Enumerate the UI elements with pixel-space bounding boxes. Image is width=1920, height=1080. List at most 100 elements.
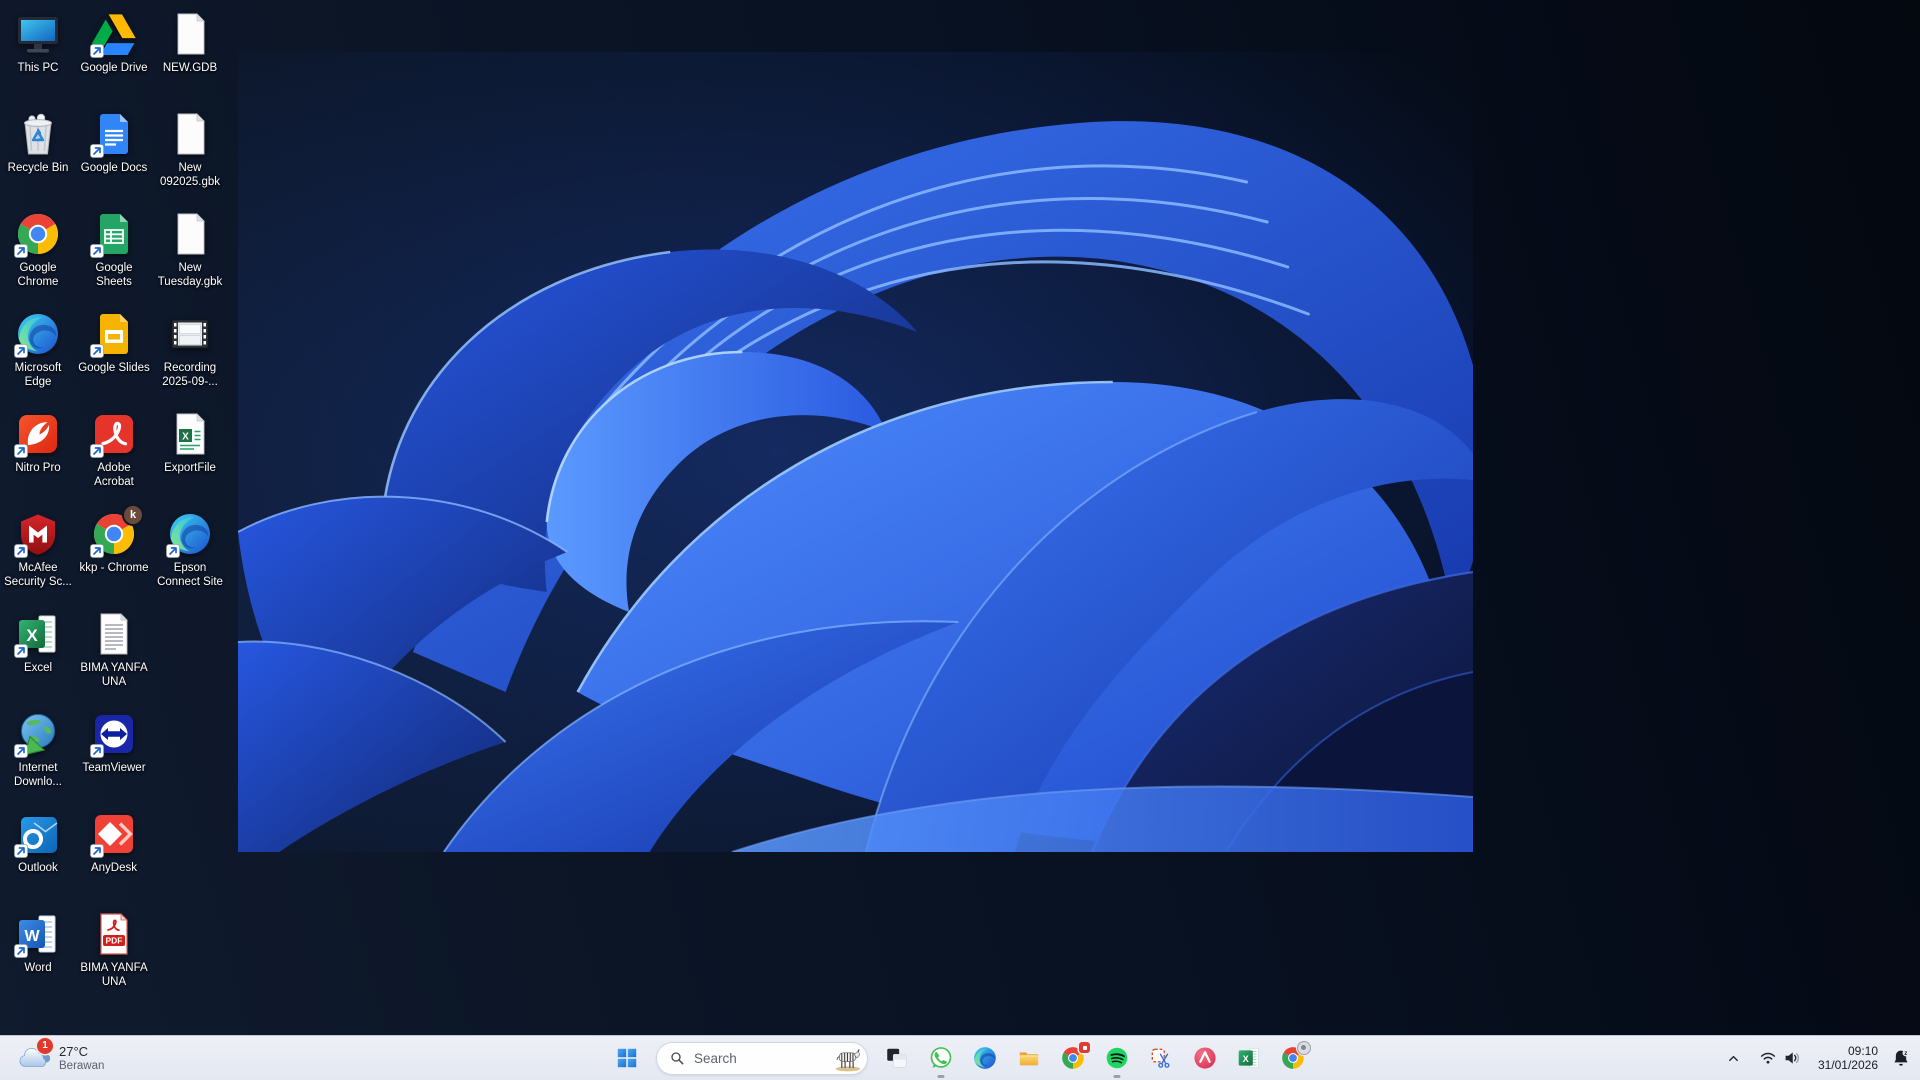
volume-indicator[interactable] — [1780, 1038, 1804, 1078]
desktop-icon-teamviewer[interactable]: TeamViewer — [78, 710, 150, 776]
desktop-icon-mcafee-security-sc[interactable]: McAfee Security Sc... — [2, 510, 74, 589]
chrome-icon — [14, 210, 62, 258]
shortcut-arrow-icon — [14, 544, 28, 558]
film-icon — [166, 310, 214, 358]
taskbar-icon-chrome-profile[interactable] — [1271, 1036, 1315, 1080]
profile-avatar-badge — [1297, 1041, 1311, 1055]
taskbar-icon-spotify[interactable] — [1095, 1036, 1139, 1080]
desktop-icon-google-slides[interactable]: Google Slides — [78, 310, 150, 376]
desktop-icon-word[interactable]: Word — [2, 910, 74, 976]
desktop-icon-microsoft-edge[interactable]: Microsoft Edge — [2, 310, 74, 389]
gdrive-icon — [90, 10, 138, 58]
gsheets-icon — [90, 210, 138, 258]
windows-desktop: This PC Recycle Bin Google Chrome Microsoft… — [0, 0, 1920, 1080]
clock[interactable]: 09:10 31/01/2026 — [1816, 1040, 1880, 1076]
taskbar-icon-microsoft-edge[interactable] — [963, 1036, 1007, 1080]
gslides-icon — [90, 310, 138, 358]
blankfile-icon — [166, 10, 214, 58]
taskbar-center: Search — [605, 1036, 1315, 1080]
desktop-icon-label: Adobe Acrobat — [78, 462, 150, 489]
edge-icon — [166, 510, 214, 558]
shortcut-arrow-icon — [90, 144, 104, 158]
shortcut-arrow-icon — [14, 344, 28, 358]
taskbar-icon-file-explorer[interactable] — [1007, 1036, 1051, 1080]
anydesk-sq-icon — [90, 810, 138, 858]
desktop-icon-google-sheets[interactable]: Google Sheets — [78, 210, 150, 289]
shortcut-arrow-icon — [14, 244, 28, 258]
desktop-icon-outlook[interactable]: Outlook — [2, 810, 74, 876]
textdoc-icon — [90, 610, 138, 658]
desktop-icon-recording-2025-09[interactable]: Recording 2025-09-... — [154, 310, 226, 389]
desktop-icon-label: AnyDesk — [91, 862, 137, 876]
desktop-icon-label: New Tuesday.gbk — [154, 262, 226, 289]
weather-widget[interactable]: 1 27°C Berawan — [10, 1036, 110, 1080]
desktop-icon-google-drive[interactable]: Google Drive — [78, 10, 150, 76]
desktop-icon-google-chrome[interactable]: Google Chrome — [2, 210, 74, 289]
desktop-icon-label: Microsoft Edge — [2, 362, 74, 389]
search-icon — [669, 1050, 685, 1066]
desktop-icon-new-tuesday-gbk[interactable]: New Tuesday.gbk — [154, 210, 226, 289]
weather-text: 27°C Berawan — [59, 1044, 104, 1073]
notification-count-badge: 1 — [37, 1038, 53, 1054]
taskbar-icon-task-view[interactable] — [875, 1036, 919, 1080]
blankfile-icon — [166, 110, 214, 158]
taskbar-icon-excel[interactable] — [1227, 1036, 1271, 1080]
desktop-icon-new-092025-gbk[interactable]: New 092025.gbk — [154, 110, 226, 189]
notification-center-button[interactable] — [1888, 1038, 1914, 1078]
desktop-icon-label: ExportFile — [164, 462, 216, 476]
running-indicator — [938, 1075, 945, 1078]
desktop-icon-label: Recording 2025-09-... — [154, 362, 226, 389]
tray-overflow-chevron[interactable] — [1722, 1038, 1746, 1078]
desktop-icon-anydesk[interactable]: AnyDesk — [78, 810, 150, 876]
desktop-icon-label: New 092025.gbk — [154, 162, 226, 189]
acrobat-icon — [90, 410, 138, 458]
zebra-icon — [830, 1045, 864, 1072]
desktop-icon-internet-downlo[interactable]: Internet Downlo... — [2, 710, 74, 789]
start-button[interactable] — [605, 1036, 649, 1080]
pdfdoc-icon — [90, 910, 138, 958]
desktop-icon-google-docs[interactable]: Google Docs — [78, 110, 150, 176]
word-icon — [14, 910, 62, 958]
taskbar-icon-anydesk[interactable] — [1183, 1036, 1227, 1080]
desktop-icon-exportfile[interactable]: ExportFile — [154, 410, 226, 476]
desktop-icon-label: kkp - Chrome — [79, 562, 148, 576]
anydesk-c-icon — [1192, 1045, 1218, 1071]
mcafee-icon — [14, 510, 62, 558]
desktop-icon-kkp-chrome[interactable]: kkkp - Chrome — [78, 510, 150, 576]
desktop-icon-label: McAfee Security Sc... — [2, 562, 74, 589]
thispc-icon — [14, 10, 62, 58]
desktop-icon-label: BIMA YANFA UNA — [78, 962, 150, 989]
weather-condition: Berawan — [59, 1059, 104, 1073]
desktop-icon-bima-yanfa-una-2[interactable]: BIMA YANFA UNA — [78, 910, 150, 989]
shortcut-arrow-icon — [14, 644, 28, 658]
shortcut-arrow-icon — [90, 344, 104, 358]
chevron-up-icon — [1726, 1051, 1741, 1066]
taskbar-icon-whatsapp[interactable] — [919, 1036, 963, 1080]
weather-cloud-icon: 1 — [16, 1043, 50, 1073]
desktop-icon-adobe-acrobat[interactable]: Adobe Acrobat — [78, 410, 150, 489]
desktop-icon-this-pc[interactable]: This PC — [2, 10, 74, 76]
profile-letter-badge: k — [124, 506, 142, 524]
tray-date: 31/01/2026 — [1818, 1058, 1878, 1072]
wifi-indicator[interactable] — [1756, 1038, 1780, 1078]
excel-icon — [14, 610, 62, 658]
desktop-icon-recycle-bin[interactable]: Recycle Bin — [2, 110, 74, 176]
desktop-icon-epson-connect-site[interactable]: Epson Connect Site — [154, 510, 226, 589]
network-volume-group[interactable] — [1756, 1038, 1804, 1078]
nitro-icon — [14, 410, 62, 458]
desktop-icon-bima-yanfa-una[interactable]: BIMA YANFA UNA — [78, 610, 150, 689]
taskbar-icon-google-chrome[interactable] — [1051, 1036, 1095, 1080]
desktop-icon-nitro-pro[interactable]: Nitro Pro — [2, 410, 74, 476]
blankfile-icon — [166, 210, 214, 258]
desktop-icon-excel[interactable]: Excel — [2, 610, 74, 676]
desktop-icon-new-gdb[interactable]: NEW.GDB — [154, 10, 226, 76]
shortcut-arrow-icon — [90, 544, 104, 558]
taskbar-icon-snipping-tool[interactable] — [1139, 1036, 1183, 1080]
desktop-icon-label: Google Drive — [80, 62, 147, 76]
search-daily-image-zebra[interactable] — [830, 1045, 864, 1072]
idm-icon — [14, 710, 62, 758]
desktop-icon-label: Google Docs — [81, 162, 147, 176]
search-box[interactable]: Search — [656, 1042, 868, 1075]
excelfile-icon — [166, 410, 214, 458]
folder-icon — [1016, 1045, 1042, 1071]
